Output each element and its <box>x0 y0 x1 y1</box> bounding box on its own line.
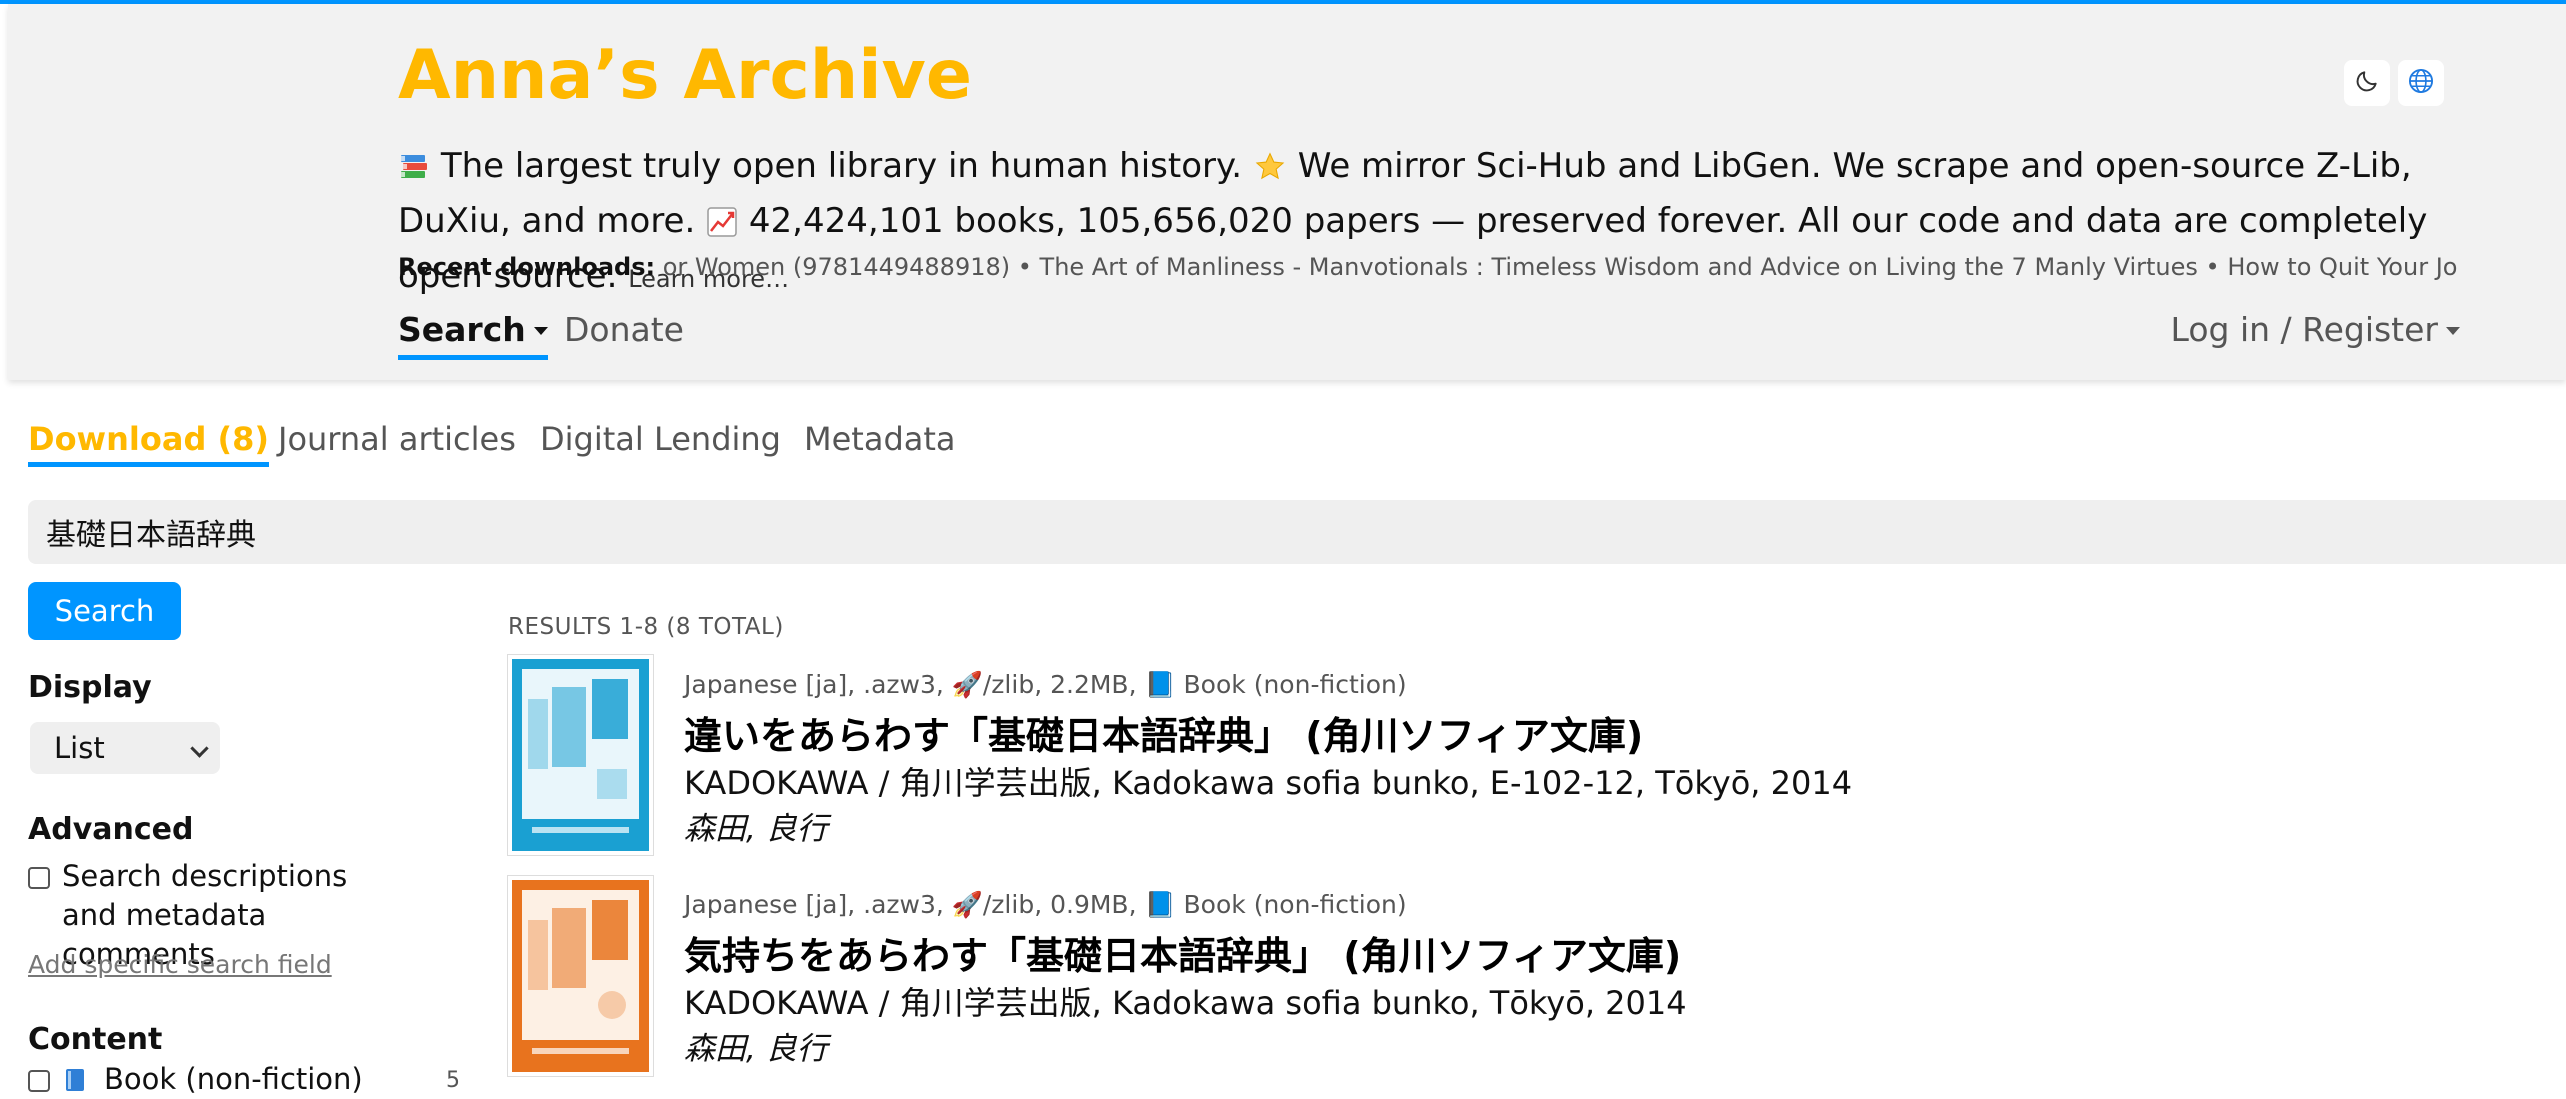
search-button[interactable]: Search <box>28 582 181 640</box>
dark-mode-toggle[interactable] <box>2344 60 2390 106</box>
advanced-heading: Advanced <box>28 812 194 847</box>
display-select-value: List <box>54 731 105 765</box>
result-title[interactable]: 違いをあらわす「基礎日本語辞典」 (角川ソフィア文庫) <box>684 705 1643 760</box>
result-author: 森田, 良行 <box>684 1031 828 1067</box>
site-logo[interactable]: Anna’s Archive <box>398 36 972 115</box>
blue-book-icon <box>64 1068 86 1096</box>
caret-down-icon <box>533 327 548 335</box>
content-book-nonfiction-checkbox[interactable] <box>28 1070 50 1092</box>
result-meta: Japanese [ja], .azw3, 🚀/zlib, 0.9MB, 📘 B… <box>684 890 1407 919</box>
tab-journal-articles[interactable]: Journal articles <box>278 420 516 458</box>
tab-metadata[interactable]: Metadata <box>804 420 956 458</box>
language-selector[interactable] <box>2398 60 2444 106</box>
login-register-label: Log in / Register <box>2170 310 2438 349</box>
result-cover-image[interactable] <box>507 875 654 1077</box>
moon-icon <box>2354 68 2380 98</box>
caret-down-icon <box>2446 327 2460 335</box>
search-descriptions-checkbox[interactable] <box>28 867 50 889</box>
content-book-nonfiction-label: Book (non-fiction) <box>104 1062 363 1096</box>
result-publisher: KADOKAWA / 角川学芸出版, Kadokawa sofia bunko,… <box>684 764 1853 802</box>
content-book-nonfiction-count: 5 <box>446 1068 460 1093</box>
result-cover-image[interactable] <box>507 654 654 856</box>
nav-donate-link[interactable]: Donate <box>564 310 684 349</box>
chevron-down-icon <box>190 739 209 758</box>
tab-download[interactable]: Download (8) <box>28 420 269 467</box>
tagline-library: The largest truly open library in human … <box>440 146 1243 186</box>
recent-downloads-label: Recent downloads: <box>398 253 656 281</box>
recent-downloads-ticker[interactable]: or Women (9781449488918) • The Art of Ma… <box>663 250 2458 284</box>
books-icon <box>398 148 430 197</box>
nav-search-label: Search <box>398 310 526 349</box>
star-icon <box>1253 148 1287 197</box>
recent-downloads: Recent downloads: or Women (978144948891… <box>398 250 2458 284</box>
search-input[interactable] <box>28 500 2566 564</box>
site-header: Anna’s Archive The largest truly open li… <box>8 4 2566 380</box>
globe-icon <box>2407 67 2435 99</box>
result-title[interactable]: 気持ちをあらわす「基礎日本語辞典」 (角川ソフィア文庫) <box>684 925 1681 980</box>
tab-digital-lending[interactable]: Digital Lending <box>540 420 781 458</box>
content-heading: Content <box>28 1022 163 1057</box>
display-select[interactable]: List <box>30 722 220 774</box>
results-count: RESULTS 1-8 (8 TOTAL) <box>508 614 784 640</box>
result-author: 森田, 良行 <box>684 811 828 847</box>
nav-search-menu[interactable]: Search <box>398 310 548 360</box>
display-heading: Display <box>28 670 152 705</box>
result-publisher: KADOKAWA / 角川学芸出版, Kadokawa sofia bunko,… <box>684 984 1687 1022</box>
login-register-menu[interactable]: Log in / Register <box>2171 310 2460 349</box>
result-meta: Japanese [ja], .azw3, 🚀/zlib, 2.2MB, 📘 B… <box>684 670 1407 699</box>
chart-increasing-icon <box>706 203 738 252</box>
add-search-field-link[interactable]: Add specific search field <box>28 950 332 979</box>
